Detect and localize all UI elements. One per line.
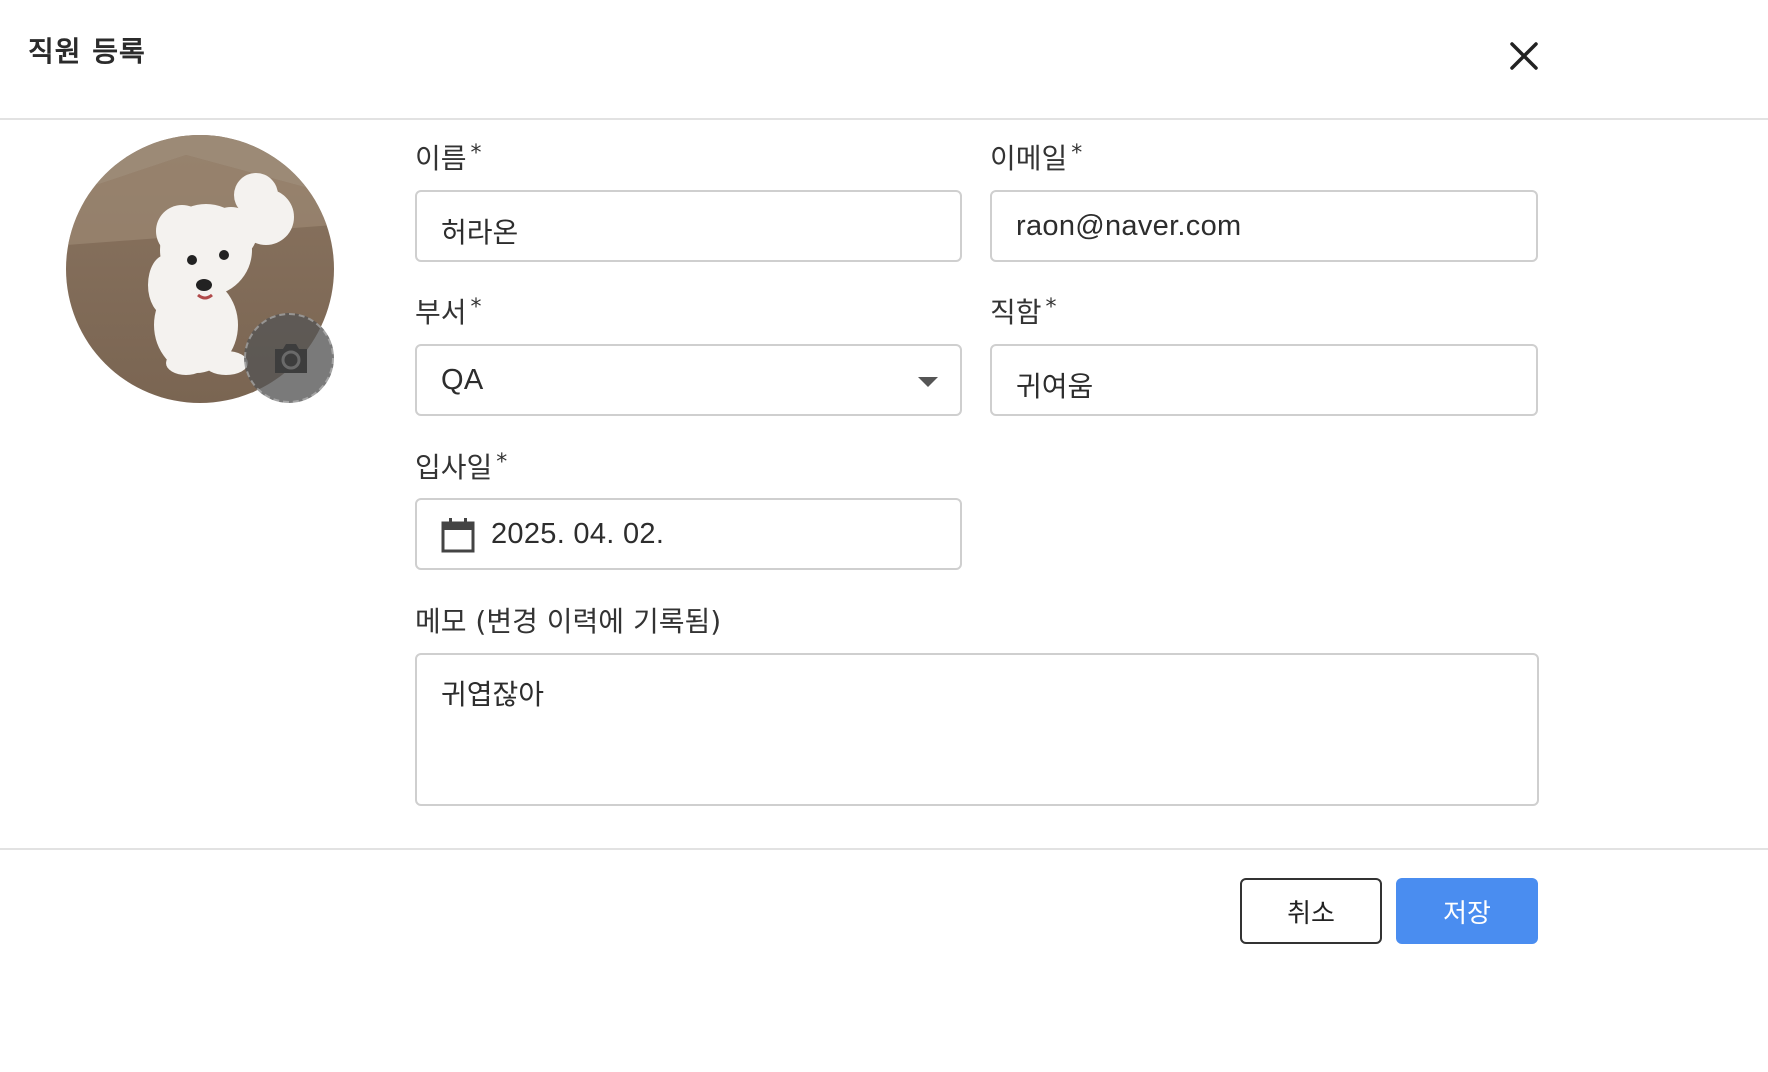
hire-date-label: 입사일 * (415, 446, 507, 486)
cancel-button[interactable]: 취소 (1240, 878, 1382, 944)
close-icon (1510, 42, 1538, 70)
name-value: 허라온 (441, 216, 519, 249)
position-label-text: 직함 (990, 296, 1042, 329)
email-label: 이메일 * (990, 137, 1082, 177)
memo-textarea[interactable]: 귀엽잖아 (415, 653, 1539, 806)
calendar-icon (441, 518, 475, 553)
email-value: raon@naver.com (1016, 210, 1242, 242)
employee-register-dialog: 직원 등록 이름 * 허라온 이메일 * raon@naver.com 부서 *… (0, 0, 1768, 1072)
department-label: 부서 * (415, 291, 482, 331)
department-value: QA (441, 364, 484, 396)
footer-divider (0, 848, 1768, 850)
change-photo-button[interactable] (244, 313, 334, 403)
department-select[interactable]: QA (415, 344, 962, 416)
chevron-down-icon (918, 377, 938, 387)
name-field[interactable]: 허라온 (415, 190, 962, 262)
required-mark: * (470, 141, 482, 166)
hire-date-label-text: 입사일 (415, 451, 493, 484)
memo-value: 귀엽잖아 (441, 678, 545, 711)
email-field[interactable]: raon@naver.com (990, 190, 1538, 262)
camera-icon (275, 344, 307, 373)
name-label-text: 이름 (415, 142, 467, 175)
email-label-text: 이메일 (990, 142, 1068, 175)
position-value: 귀여움 (1016, 370, 1094, 403)
dialog-title: 직원 등록 (28, 35, 146, 68)
hire-date-field[interactable]: 2025. 04. 02. (415, 498, 962, 570)
position-field[interactable]: 귀여움 (990, 344, 1538, 416)
required-mark: * (1045, 295, 1057, 320)
dialog-header: 직원 등록 (0, 0, 1768, 120)
hire-date-value: 2025. 04. 02. (491, 518, 665, 550)
name-label: 이름 * (415, 137, 482, 177)
required-mark: * (496, 450, 508, 475)
department-label-text: 부서 (415, 296, 467, 329)
profile-photo (66, 135, 334, 403)
required-mark: * (1071, 141, 1083, 166)
memo-label: 메모 (변경 이력에 기록됨) (415, 605, 722, 638)
save-button[interactable]: 저장 (1396, 878, 1538, 944)
close-button[interactable] (1500, 36, 1546, 82)
position-label: 직함 * (990, 291, 1057, 331)
required-mark: * (470, 295, 482, 320)
